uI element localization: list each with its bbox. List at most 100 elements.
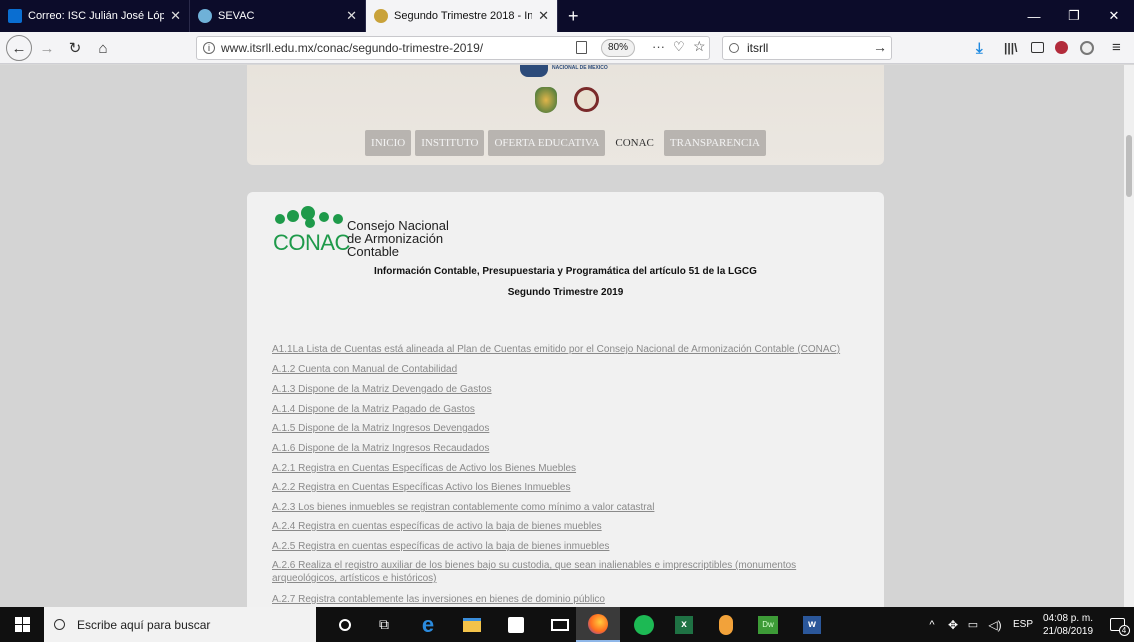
store-icon[interactable] [496,607,536,642]
account-icon[interactable] [1080,41,1094,55]
site-header: NACIONAL DE MÉXICO INICIO INSTITUTO OFER… [247,65,884,165]
conac-logo-word: CONAC [273,230,350,255]
windows-taskbar: Escribe aquí para buscar ⧉ e x Dw w ^ ✥ … [0,607,1134,642]
close-window-icon[interactable]: ✕ [1094,0,1134,32]
page-subheading: Segundo Trimestre 2019 [507,287,624,298]
library-icon[interactable]: |||\ [1004,41,1017,55]
conac-logo-line3: Contable [347,244,400,259]
main-menu: INICIO INSTITUTO OFERTA EDUCATIVA CONAC … [247,130,884,156]
link-a21[interactable]: A.2.1 Registra en Cuentas Específicas de… [272,463,576,474]
link-a24[interactable]: A.2.4 Registra en cuentas específicas de… [272,521,602,532]
link-a11[interactable]: A1.1La Lista de Cuentas está alineada al… [272,344,840,355]
menu-item-conac[interactable]: CONAC [609,130,660,156]
excel-icon[interactable]: x [664,607,704,642]
search-query-text[interactable]: itsrll [747,41,768,55]
site-favicon-icon [374,9,388,23]
emblem-text: NACIONAL DE MÉXICO [552,65,608,71]
clock[interactable]: 04:08 p. m. 21/08/2019 [1040,607,1096,642]
download-icon[interactable]: ⤓ [976,40,983,57]
notification-center-icon[interactable]: 4 [1104,607,1130,642]
bookmark-star-icon[interactable]: ☆ [693,38,706,55]
tab-label: SEVAC [218,10,255,22]
pocket-icon[interactable]: ♡ [673,39,685,55]
reader-view-icon[interactable] [576,41,587,54]
page-scrollbar[interactable] [1124,65,1134,607]
search-input[interactable]: itsrll → [722,36,892,60]
mail-icon[interactable] [540,607,580,642]
windows-logo-icon [14,617,30,632]
conac-content-card: CONAC Consejo Nacional de Armonización C… [247,192,884,607]
link-a26-cont[interactable]: arqueológicos, artísticos e históricos) [272,573,437,584]
restore-icon[interactable]: ❐ [1054,0,1094,32]
dreamweaver-icon[interactable]: Dw [748,607,788,642]
link-a22[interactable]: A.2.2 Registra en Cuentas Específicas Ac… [272,482,571,493]
task-view-icon[interactable]: ⧉ [364,607,404,642]
clock-time: 04:08 p. m. [1042,612,1094,624]
network-icon[interactable]: ▭ [964,607,982,642]
state-shield-logo [535,87,557,113]
spotify-icon[interactable] [624,607,664,642]
tab-strip: Correo: ISC Julián José López O ✕ SEVAC … [0,0,1134,32]
search-icon [729,43,739,53]
extension-icon[interactable] [1055,41,1068,54]
menu-item-instituto[interactable]: INSTITUTO [415,130,485,156]
reload-button[interactable]: ↻ [64,35,86,61]
volume-icon[interactable]: ◁) [985,607,1005,642]
link-a13[interactable]: A.1.3 Dispone de la Matriz Devengado de … [272,384,492,395]
character-app-icon[interactable] [706,607,746,642]
page-viewport: NACIONAL DE MÉXICO INICIO INSTITUTO OFER… [0,65,1124,607]
link-a23[interactable]: A.2.3 Los bienes inmuebles se registran … [272,502,654,513]
taskbar-search-placeholder: Escribe aquí para buscar [77,617,211,632]
page-heading: Información Contable, Presupuestaria y P… [374,266,757,277]
menu-item-inicio[interactable]: INICIO [365,130,412,156]
conac-logo-dots-icon [275,206,345,230]
info-icon[interactable]: i [203,42,215,54]
institute-seal-logo [574,87,599,112]
word-icon[interactable]: w [792,607,832,642]
home-button[interactable]: ⌂ [92,35,114,61]
page-actions-icon[interactable]: ··· [652,39,665,54]
zoom-level-button[interactable]: 80% [601,39,636,57]
link-a14[interactable]: A.1.4 Dispone de la Matriz Pagado de Gas… [272,404,475,415]
tab-label: Correo: ISC Julián José López O [28,10,164,22]
tab-correo[interactable]: Correo: ISC Julián José López O ✕ [0,0,190,32]
firefox-icon[interactable] [576,607,620,642]
link-a27[interactable]: A.2.7 Registra contablemente las inversi… [272,594,605,605]
back-button[interactable]: ← [6,35,32,61]
taskbar-search-box[interactable]: Escribe aquí para buscar [44,607,316,642]
link-a25[interactable]: A.2.5 Registra en cuentas específicas de… [272,541,609,552]
menu-item-transparencia[interactable]: TRANSPARENCIA [663,130,766,156]
dropbox-icon[interactable]: ✥ [944,607,962,642]
cortana-icon[interactable] [330,607,360,642]
sidebar-icon[interactable] [1031,42,1044,53]
link-a16[interactable]: A.1.6 Dispone de la Matriz Ingresos Reca… [272,443,489,454]
start-button[interactable] [0,607,44,642]
tab-label: Segundo Trimestre 2018 - Instit [394,10,532,22]
scrollbar-thumb[interactable] [1126,135,1132,197]
clock-date: 21/08/2019 [1042,625,1094,637]
notification-count: 4 [1118,625,1130,636]
menu-icon[interactable]: ≡ [1112,39,1121,56]
url-text[interactable]: www.itsrll.edu.mx/conac/segundo-trimestr… [221,41,483,55]
minimize-icon[interactable]: — [1014,0,1054,32]
search-go-icon[interactable]: → [873,39,887,55]
close-icon[interactable]: ✕ [340,8,357,24]
menu-item-oferta-educativa[interactable]: OFERTA EDUCATIVA [488,130,606,156]
tray-expand-icon[interactable]: ^ [924,607,940,642]
edge-icon[interactable]: e [408,607,448,642]
close-icon[interactable]: ✕ [532,8,549,24]
close-icon[interactable]: ✕ [164,8,181,24]
link-a12[interactable]: A.1.2 Cuenta con Manual de Contabilidad [272,364,457,375]
new-tab-button[interactable]: + [558,0,589,32]
outlook-icon [8,9,22,23]
link-a26[interactable]: A.2.6 Realiza el registro auxiliar de lo… [272,560,796,571]
file-explorer-icon[interactable] [452,607,492,642]
tab-sevac[interactable]: SEVAC ✕ [190,0,366,32]
language-indicator[interactable]: ESP [1010,607,1036,642]
link-a15[interactable]: A.1.5 Dispone de la Matriz Ingresos Deve… [272,423,489,434]
tab-segundo-trimestre[interactable]: Segundo Trimestre 2018 - Instit ✕ [366,0,558,32]
search-icon [54,619,65,630]
emblem-logo [520,65,548,77]
forward-button[interactable]: → [36,35,58,61]
sevac-icon [198,9,212,23]
